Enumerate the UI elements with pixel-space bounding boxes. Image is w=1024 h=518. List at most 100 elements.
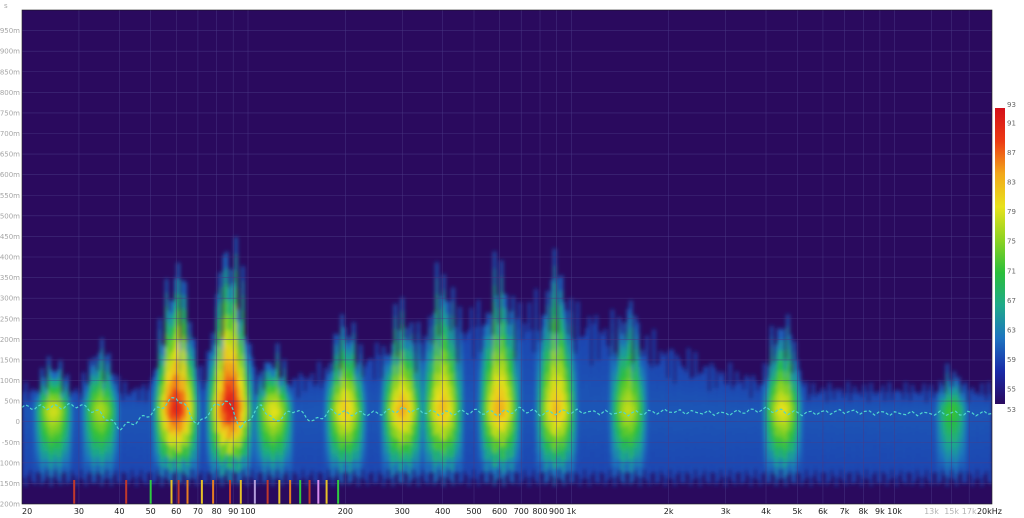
heatmap-cell bbox=[788, 334, 792, 345]
heatmap-cell bbox=[24, 478, 28, 487]
heatmap-cell bbox=[793, 340, 797, 352]
heatmap-cell bbox=[176, 278, 180, 295]
heatmap-cell bbox=[470, 332, 473, 345]
heatmap-cell bbox=[576, 301, 580, 315]
heatmap-cell bbox=[823, 390, 827, 398]
heatmap-cell bbox=[728, 377, 732, 387]
heatmap-cell bbox=[68, 475, 72, 483]
heatmap-cell bbox=[747, 385, 751, 393]
heatmap-cell bbox=[428, 316, 432, 329]
heatmap-cell bbox=[717, 472, 721, 481]
heatmap-cell bbox=[645, 335, 649, 347]
heatmap-cell bbox=[282, 367, 286, 377]
heatmap-cell bbox=[192, 348, 196, 360]
heatmap-cell bbox=[158, 329, 162, 342]
heatmap-cell bbox=[622, 322, 626, 335]
heatmap-cell bbox=[645, 345, 649, 357]
heatmap-cell bbox=[183, 281, 187, 297]
heatmap-cell bbox=[391, 475, 395, 486]
heatmap-cell bbox=[754, 381, 758, 389]
heatmap-cell bbox=[107, 353, 111, 363]
heatmap-cell bbox=[569, 298, 573, 313]
heatmap-cell bbox=[453, 347, 457, 359]
heatmap-cell bbox=[192, 338, 196, 350]
heatmap-cell bbox=[252, 366, 256, 376]
heatmap-cell bbox=[698, 477, 702, 486]
heatmap-cell bbox=[495, 308, 499, 323]
heatmap-cell bbox=[504, 294, 508, 309]
heatmap-cell bbox=[647, 475, 651, 486]
heatmap-cell bbox=[784, 476, 788, 486]
heatmap-cell bbox=[419, 352, 423, 363]
heatmap-cell bbox=[670, 349, 674, 360]
heatmap-cell bbox=[204, 475, 208, 484]
heatmap-cell bbox=[24, 389, 28, 398]
heatmap-cell bbox=[694, 360, 697, 370]
heatmap-cell bbox=[47, 356, 51, 366]
heatmap-cell bbox=[837, 470, 841, 478]
heatmap-cell bbox=[742, 474, 746, 482]
heatmap-cell bbox=[749, 479, 753, 486]
heatmap-cell bbox=[564, 310, 568, 323]
waterfall-chart: -200m-150m-100m-50m050m100m150m200m250m3… bbox=[0, 2, 1016, 516]
heatmap-cell bbox=[476, 339, 480, 354]
heatmap-cell bbox=[435, 309, 439, 326]
heatmap-cell bbox=[527, 315, 531, 330]
heatmap-cell bbox=[393, 304, 397, 317]
heatmap-cell bbox=[329, 362, 333, 372]
heatmap-cell bbox=[336, 335, 340, 346]
heatmap-cell bbox=[828, 473, 831, 482]
heatmap-cell bbox=[42, 473, 46, 482]
heatmap-cell bbox=[631, 472, 635, 482]
heatmap-cell bbox=[377, 363, 381, 373]
heatmap-cell bbox=[652, 329, 656, 341]
heatmap-cell bbox=[580, 468, 584, 480]
heatmap-cell bbox=[109, 477, 113, 486]
heatmap-cell bbox=[405, 327, 409, 339]
heatmap-cell bbox=[451, 301, 455, 317]
heatmap-cell bbox=[823, 396, 827, 403]
heatmap-cell bbox=[811, 389, 815, 397]
heatmap-cell bbox=[553, 299, 557, 317]
heatmap-cell bbox=[834, 478, 838, 487]
heatmap-cell bbox=[144, 478, 148, 485]
heatmap-cell bbox=[352, 332, 356, 344]
heatmap-cell bbox=[564, 321, 568, 334]
heatmap-cell bbox=[546, 318, 550, 333]
heatmap-cell bbox=[828, 382, 831, 391]
heatmap-cell bbox=[594, 315, 598, 328]
heatmap-cell bbox=[830, 390, 834, 397]
heatmap-cell bbox=[375, 342, 379, 354]
heatmap-cell bbox=[435, 262, 439, 279]
heatmap-cell bbox=[770, 336, 774, 348]
heatmap-cell bbox=[553, 248, 557, 267]
heatmap-cell bbox=[629, 340, 633, 354]
heatmap-cell bbox=[770, 346, 774, 358]
heatmap-cell bbox=[629, 326, 633, 341]
heatmap-cell bbox=[798, 370, 801, 379]
heatmap-cell bbox=[234, 287, 238, 305]
heatmap-cell bbox=[213, 469, 217, 481]
heatmap-cell bbox=[576, 326, 580, 339]
heatmap-cell bbox=[239, 469, 243, 482]
heatmap-cell bbox=[546, 304, 550, 319]
heatmap-cell bbox=[500, 260, 503, 277]
heatmap-cell bbox=[375, 472, 379, 483]
heatmap-cell bbox=[310, 380, 314, 388]
heatmap-cell bbox=[220, 474, 224, 487]
heatmap-cell bbox=[511, 470, 515, 485]
heatmap-cell bbox=[793, 473, 797, 484]
heatmap-cell bbox=[781, 328, 785, 340]
heatmap-cell bbox=[493, 251, 497, 269]
heatmap-cell bbox=[250, 357, 254, 367]
heatmap-cell bbox=[553, 265, 557, 284]
heatmap-cell bbox=[142, 384, 146, 392]
heatmap-cell bbox=[58, 360, 62, 370]
heatmap-cell bbox=[553, 282, 557, 301]
heatmap-cell bbox=[460, 471, 464, 483]
heatmap-cell bbox=[652, 349, 656, 361]
heatmap-cell bbox=[728, 362, 732, 371]
heatmap-cell bbox=[229, 269, 233, 285]
heatmap-cell bbox=[781, 339, 785, 351]
heatmap-cell bbox=[534, 302, 538, 317]
